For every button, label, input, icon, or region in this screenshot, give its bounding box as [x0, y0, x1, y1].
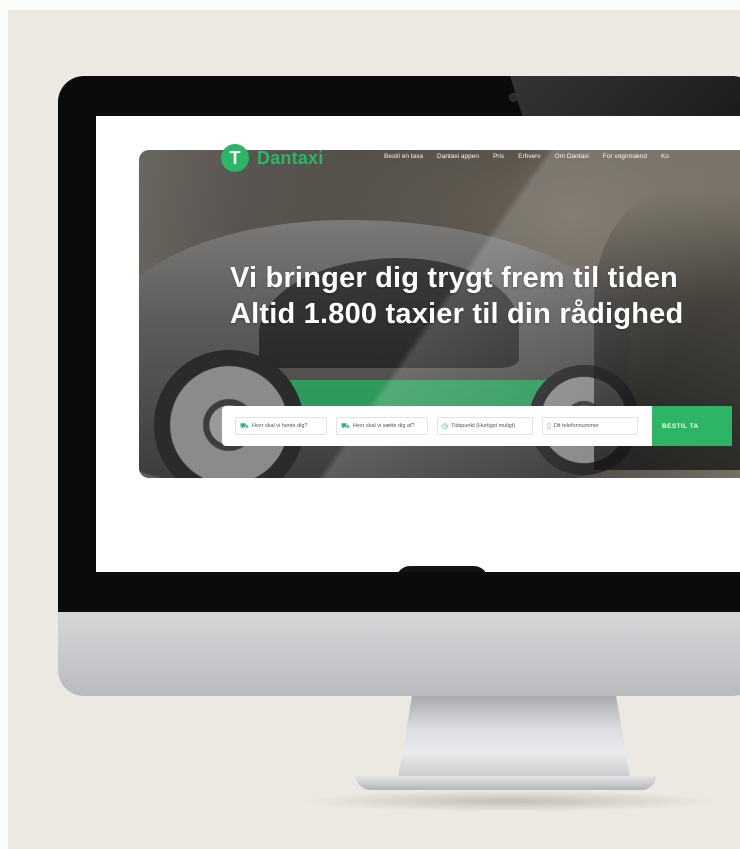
nav-item-vognmaend[interactable]: For vognmænd [603, 153, 647, 160]
main-nav: Bestil en taxa Dantaxi appen Pris Erhver… [384, 153, 669, 160]
nav-item-pris[interactable]: Pris [493, 153, 504, 160]
nav-item-om[interactable]: Om Dantaxi [555, 153, 589, 160]
logo-text: Dantaxi [257, 147, 324, 168]
stand-shadow [300, 790, 720, 812]
frame-left-edge [0, 0, 8, 849]
car-icon: ⛟ [341, 422, 350, 430]
phone-input[interactable]: ▯ Dit telefonnummer [542, 417, 638, 435]
headline-line-1: Vi bringer dig trygt frem til tiden [230, 262, 678, 294]
book-taxi-button[interactable]: BESTIL TA [652, 406, 732, 446]
brand-logo[interactable]: T Dantaxi [221, 143, 323, 173]
nav-item-erhverv[interactable]: Erhverv [518, 153, 540, 160]
nav-item-app[interactable]: Dantaxi appen [437, 153, 479, 160]
clock-icon: ◷ [442, 423, 449, 430]
phone-icon: ▯ [547, 423, 551, 430]
nav-item-kontakt[interactable]: Ko [661, 153, 669, 160]
headline-line-2: Altid 1.800 taxier til din rådighed [230, 298, 684, 330]
phone-placeholder: Dit telefonnummer [553, 423, 599, 429]
booking-form: ⛟ Hvor skal vi hente dig? ⛟ Hvor skal vi… [222, 406, 732, 446]
screen: T Dantaxi Bestil en taxa Dantaxi appen P… [96, 116, 740, 572]
monitor-stand-neck [398, 696, 630, 778]
pickup-placeholder: Hvor skal vi hente dig? [251, 423, 308, 429]
dropoff-input[interactable]: ⛟ Hvor skal vi sætte dig af? [336, 417, 428, 435]
monitor-chin [58, 612, 740, 696]
screen-bottom-shape [396, 566, 488, 572]
camera-icon [510, 94, 517, 101]
nav-item-bestil[interactable]: Bestil en taxa [384, 153, 423, 160]
hero-headline: Vi bringer dig trygt frem til tiden Alti… [230, 260, 683, 332]
dropoff-placeholder: Hvor skal vi sætte dig af? [352, 423, 415, 429]
pickup-input[interactable]: ⛟ Hvor skal vi hente dig? [235, 417, 327, 435]
time-placeholder: Tidspunkt (Hurtigst muligt) [451, 423, 516, 429]
time-input[interactable]: ◷ Tidspunkt (Hurtigst muligt) [437, 417, 533, 435]
car-icon: ⛟ [240, 422, 249, 430]
logo-icon: T [221, 144, 249, 172]
frame-top-edge [0, 0, 740, 10]
monitor-stand-foot [356, 776, 656, 790]
